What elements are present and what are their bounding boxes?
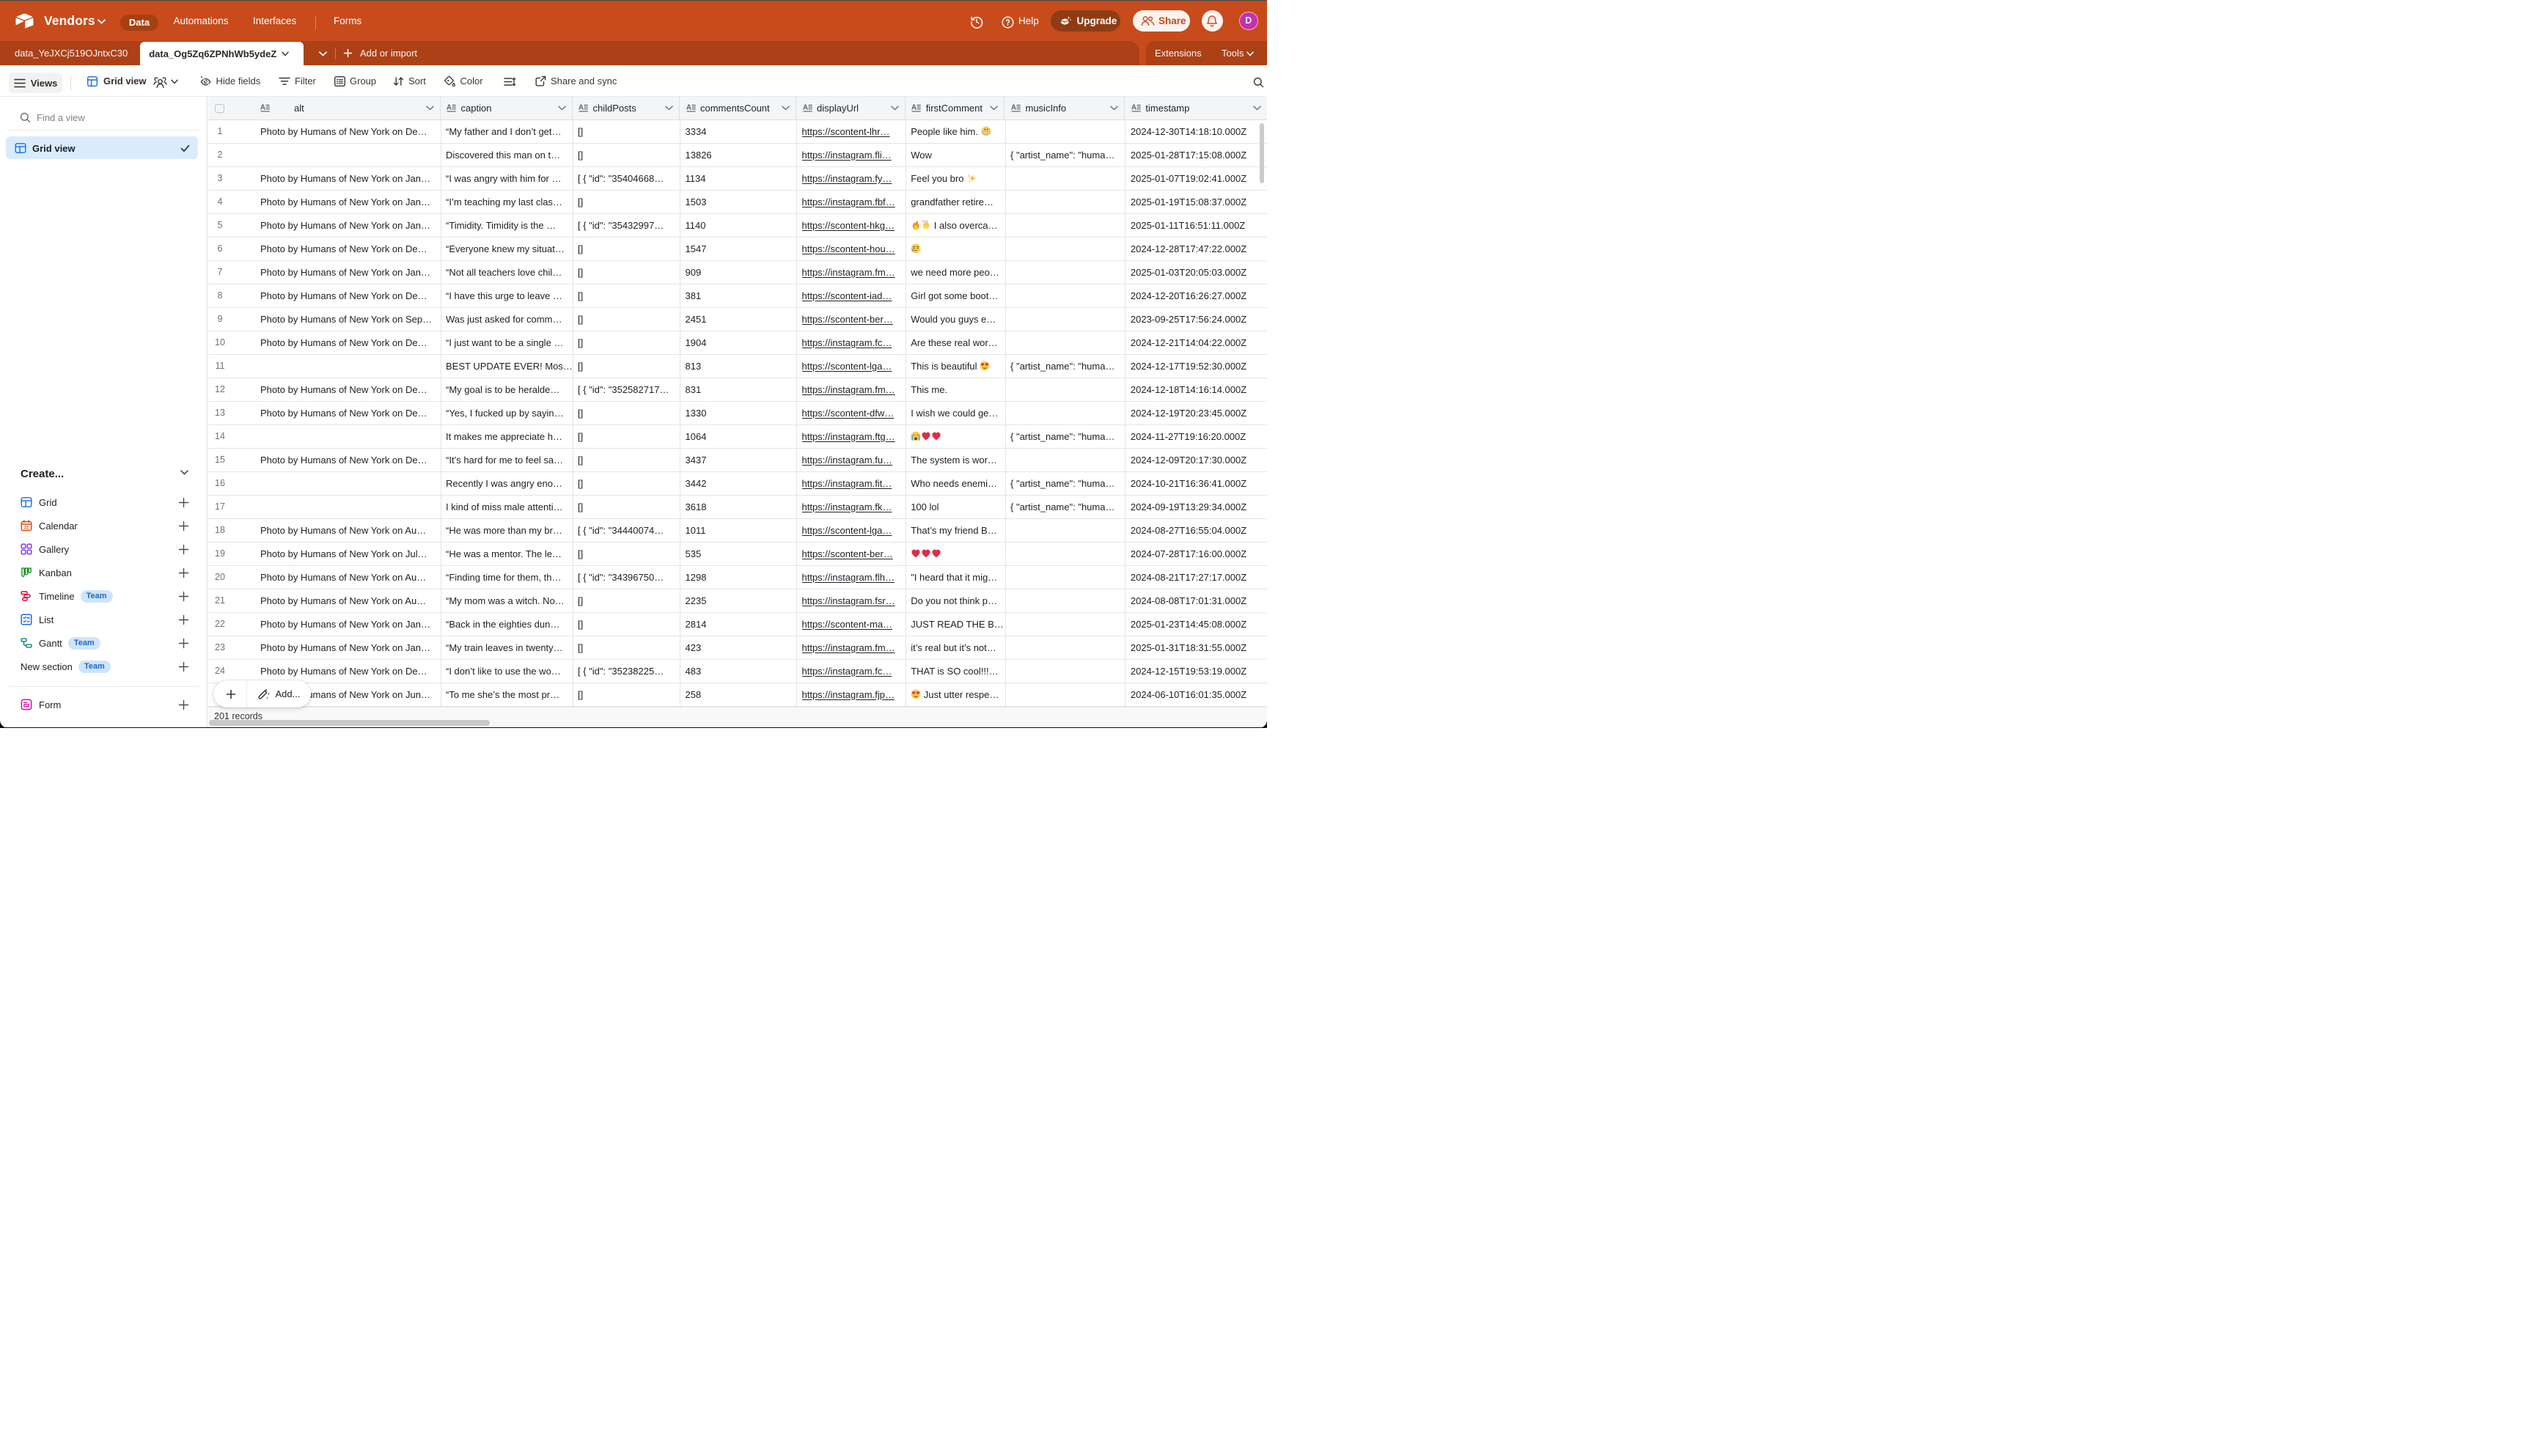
svg-text:31: 31 [24, 526, 29, 530]
